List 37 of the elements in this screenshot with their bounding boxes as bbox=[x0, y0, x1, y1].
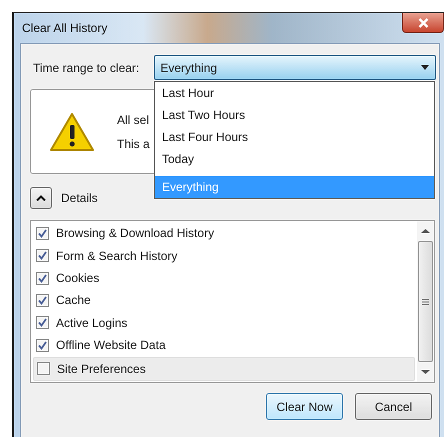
checkbox[interactable] bbox=[37, 362, 50, 376]
warning-text: All sel bbox=[117, 112, 150, 126]
list-item[interactable]: Offline Website Data bbox=[33, 334, 415, 357]
scroll-thumb[interactable] bbox=[418, 241, 433, 362]
dropdown-option[interactable]: Last Four Hours bbox=[155, 126, 434, 148]
list-item[interactable]: Cache bbox=[33, 289, 415, 312]
warning-icon bbox=[49, 112, 95, 152]
dropdown-option[interactable]: Last Hour bbox=[155, 82, 434, 104]
list-item[interactable]: Form & Search History bbox=[33, 244, 415, 267]
checkbox[interactable] bbox=[36, 338, 49, 352]
scroll-up-icon[interactable] bbox=[421, 228, 430, 234]
dropdown-option[interactable]: Today bbox=[155, 148, 434, 170]
dialog-button[interactable]: Cancel bbox=[355, 393, 432, 420]
scrollbar[interactable] bbox=[417, 221, 434, 382]
dropdown-option[interactable]: Last Two Hours bbox=[155, 104, 434, 126]
warning-text: This a bbox=[117, 136, 150, 150]
caret-up-icon bbox=[36, 195, 46, 201]
time-range-label: Time range to clear: bbox=[32, 60, 140, 74]
details-label: Details bbox=[61, 191, 98, 205]
list-item[interactable]: Site Preferences bbox=[33, 356, 415, 381]
checkbox[interactable] bbox=[36, 316, 49, 330]
checkbox[interactable] bbox=[36, 272, 49, 285]
close-icon bbox=[418, 18, 428, 28]
details-toggle-button[interactable] bbox=[30, 187, 52, 209]
list-item[interactable]: Active Logins bbox=[33, 312, 415, 334]
window-title: Clear All History bbox=[22, 21, 108, 35]
dropdown-arrow-icon bbox=[421, 65, 429, 70]
scroll-down-icon[interactable] bbox=[421, 369, 430, 375]
time-range-dropdown[interactable]: Everything bbox=[154, 55, 436, 80]
grip-icon bbox=[422, 298, 429, 304]
list-item[interactable]: Browsing & Download History bbox=[33, 222, 415, 244]
checkbox[interactable] bbox=[36, 226, 49, 240]
checkbox[interactable] bbox=[36, 249, 49, 262]
list-item[interactable]: Cookies bbox=[33, 266, 415, 290]
checkbox[interactable] bbox=[36, 294, 49, 307]
close-button[interactable] bbox=[402, 13, 444, 33]
dialog-button[interactable]: Clear Now bbox=[266, 393, 343, 420]
